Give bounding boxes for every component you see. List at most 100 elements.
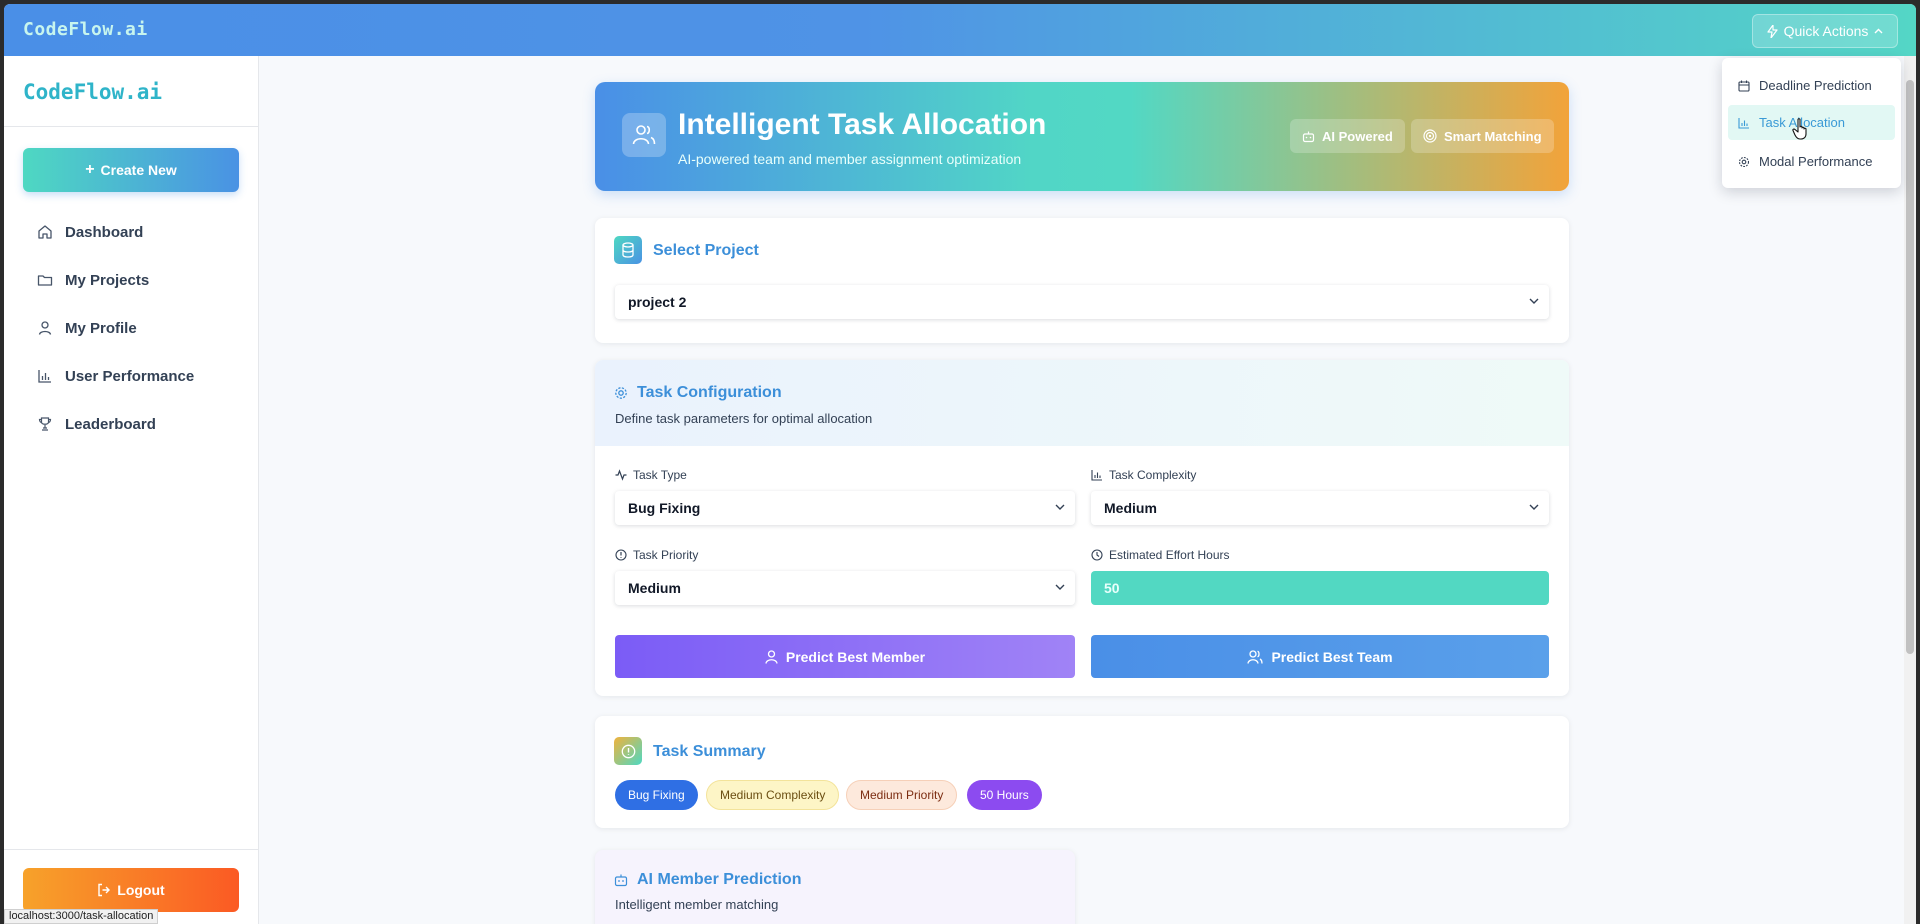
quick-actions-menu: Deadline Prediction Task Allocation Moda… [1722,58,1901,188]
status-bar-url: localhost:3000/task-allocation [4,909,159,924]
users-icon [1247,649,1264,664]
database-icon [614,236,642,264]
topbar-brand: CodeFlow.ai [23,19,148,40]
sidebar-item-label: Dashboard [65,223,144,241]
calendar-icon [1738,80,1750,92]
folder-icon [37,275,53,286]
scrollbar-thumb[interactable] [1906,80,1914,654]
select-project-card [595,218,1569,343]
bot-icon [1302,131,1315,142]
home-icon [38,225,52,239]
sidebar-logo: CodeFlow.ai [23,80,163,104]
task-priority-select[interactable]: Medium [615,571,1075,605]
badge-label: Smart Matching [1444,128,1542,144]
predict-best-member-button[interactable]: Predict Best Member [615,635,1075,678]
field-label-text: Task Priority [633,548,699,562]
target-icon [1423,129,1437,143]
menu-item-task-allocation[interactable]: Task Allocation [1728,105,1895,140]
create-new-button[interactable]: + Create New [23,148,239,192]
gear-icon [1738,156,1750,167]
task-summary-title: Task Summary [653,743,766,760]
ai-powered-badge: AI Powered [1290,119,1405,153]
badge-label: AI Powered [1322,128,1393,144]
field-label-text: Task Complexity [1109,468,1197,482]
sidebar-item-label: User Performance [65,367,195,385]
activity-icon [615,469,627,481]
sidebar-item-my-projects[interactable]: My Projects [37,268,149,292]
quick-actions-label: Quick Actions [1783,23,1869,39]
task-summary-card [595,716,1569,828]
task-priority-label: Task Priority [615,548,698,562]
logout-button[interactable]: Logout [23,868,239,912]
task-complexity-select[interactable]: Medium [1091,491,1549,525]
select-project-title: Select Project [653,242,759,259]
task-type-label: Task Type [615,468,687,482]
summary-badge-priority: Medium Priority [846,780,958,810]
effort-hours-value: 50 [1104,580,1120,596]
app-window: CodeFlow.ai Quick Actions CodeFlow.ai + … [4,4,1916,924]
sidebar-divider-bottom [4,849,259,850]
logout-icon [98,883,111,897]
effort-hours-label: Estimated Effort Hours [1091,548,1230,562]
sidebar-item-dashboard[interactable]: Dashboard [37,220,143,244]
alert-circle-icon [615,549,627,561]
summary-badge-hours: 50 Hours [967,780,1042,810]
gear-icon [615,387,627,399]
task-type-select[interactable]: Bug Fixing [615,491,1075,525]
sidebar-item-user-performance[interactable]: User Performance [37,364,194,388]
sidebar-item-leaderboard[interactable]: Leaderboard [37,412,156,436]
task-priority-value: Medium [628,580,681,596]
ai-member-prediction-subtitle: Intelligent member matching [615,897,779,912]
project-select-value: project 2 [628,294,687,310]
effort-hours-input[interactable]: 50 [1091,571,1549,605]
sidebar-item-label: My Profile [65,319,137,337]
clock-icon [1091,549,1103,561]
task-config-header [595,360,1569,446]
page-title: Intelligent Task Allocation [678,108,1047,141]
lightning-icon [1766,24,1778,38]
create-new-label: Create New [100,162,177,178]
quick-actions-button[interactable]: Quick Actions [1752,14,1898,48]
summary-badge-complexity: Medium Complexity [706,780,840,810]
user-icon [765,649,778,664]
field-label-text: Task Type [633,468,687,482]
bar-chart-icon [1091,470,1102,481]
task-config-title: Task Configuration [637,384,782,401]
task-type-value: Bug Fixing [628,500,701,516]
chevron-up-icon [1874,28,1883,34]
field-label-text: Estimated Effort Hours [1109,548,1230,562]
menu-item-label: Modal Performance [1759,154,1873,169]
chevron-down-icon [1055,504,1065,510]
hand-cursor-icon [1792,118,1807,140]
task-config-subtitle: Define task parameters for optimal alloc… [615,411,873,426]
hero-banner: Intelligent Task Allocation AI-powered t… [595,82,1569,191]
trophy-icon [38,417,52,431]
sidebar-item-label: My Projects [65,271,150,289]
smart-matching-badge: Smart Matching [1411,119,1554,153]
chevron-down-icon [1529,298,1539,304]
bot-icon [614,874,628,887]
users-icon [622,113,666,157]
summary-badge-task-type: Bug Fixing [615,780,698,810]
user-icon [38,321,52,335]
ai-member-prediction-title: AI Member Prediction [637,871,802,888]
chevron-down-icon [1529,504,1539,510]
menu-item-modal-performance[interactable]: Modal Performance [1728,144,1895,179]
bar-chart-icon [1738,117,1749,129]
task-complexity-value: Medium [1104,500,1157,516]
page-subtitle: AI-powered team and member assignment op… [678,151,1022,167]
sidebar-item-my-profile[interactable]: My Profile [37,316,137,340]
predict-member-label: Predict Best Member [785,648,926,665]
sidebar-divider [4,126,259,127]
project-select[interactable]: project 2 [615,285,1549,319]
sidebar: CodeFlow.ai + Create New Dashboard My Pr… [4,56,259,924]
task-complexity-label: Task Complexity [1091,468,1196,482]
sidebar-item-label: Leaderboard [65,415,156,433]
menu-item-label: Deadline Prediction [1759,78,1872,93]
predict-team-label: Predict Best Team [1271,648,1393,665]
top-bar: CodeFlow.ai Quick Actions [4,4,1916,56]
info-icon [614,737,642,765]
chevron-down-icon [1055,584,1065,590]
predict-best-team-button[interactable]: Predict Best Team [1091,635,1549,678]
menu-item-deadline-prediction[interactable]: Deadline Prediction [1728,68,1895,103]
